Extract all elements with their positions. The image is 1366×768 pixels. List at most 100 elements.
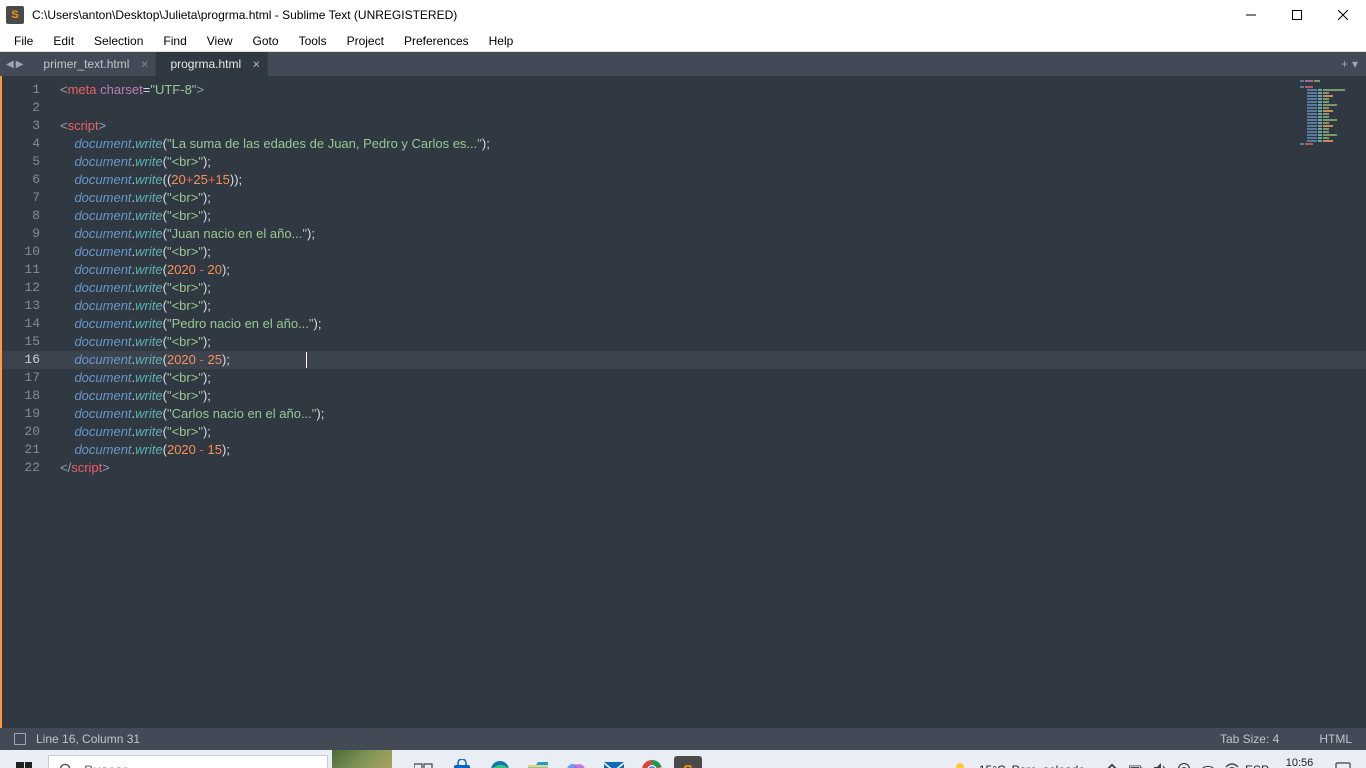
code-line[interactable]: document.write(2020 - 20);: [50, 261, 1366, 279]
sublime-text-icon[interactable]: S: [674, 756, 702, 768]
cortana-widget[interactable]: [332, 750, 392, 768]
statusbar-panel-switch-icon[interactable]: [14, 733, 26, 745]
menu-edit[interactable]: Edit: [43, 32, 84, 50]
line-number[interactable]: 1: [2, 81, 50, 99]
line-number[interactable]: 5: [2, 153, 50, 171]
tab-nav-next[interactable]: ▶: [16, 59, 24, 70]
menu-project[interactable]: Project: [337, 32, 394, 50]
notifications-button[interactable]: [1330, 762, 1356, 768]
code-line[interactable]: [50, 99, 1366, 117]
minimize-button[interactable]: [1228, 0, 1274, 30]
line-number[interactable]: 8: [2, 207, 50, 225]
clock-time: 10:56: [1275, 756, 1324, 768]
maximize-button[interactable]: [1274, 0, 1320, 30]
minimap[interactable]: [1300, 80, 1360, 146]
onedrive-icon[interactable]: [1201, 762, 1215, 768]
line-number[interactable]: 15: [2, 333, 50, 351]
tab-size-indicator[interactable]: Tab Size: 4: [1220, 732, 1279, 746]
line-number[interactable]: 22: [2, 459, 50, 477]
taskbar-clock[interactable]: 10:56 18/4/2023: [1275, 756, 1324, 768]
code-line[interactable]: <script>: [50, 117, 1366, 135]
microsoft-store-icon[interactable]: [446, 754, 478, 768]
line-number[interactable]: 21: [2, 441, 50, 459]
new-tab-button[interactable]: +: [1341, 57, 1348, 71]
code-line[interactable]: <meta charset="UTF-8">: [50, 81, 1366, 99]
code-line[interactable]: document.write("<br>");: [50, 279, 1366, 297]
menu-help[interactable]: Help: [479, 32, 524, 50]
code-line[interactable]: document.write(2020 - 15);: [50, 441, 1366, 459]
line-number[interactable]: 7: [2, 189, 50, 207]
line-number[interactable]: 2: [2, 99, 50, 117]
mail-icon[interactable]: 1: [598, 754, 630, 768]
code-line[interactable]: document.write("La suma de las edades de…: [50, 135, 1366, 153]
code-line[interactable]: document.write("<br>");: [50, 189, 1366, 207]
window-title: C:\Users\anton\Desktop\Julieta\progrma.h…: [32, 8, 1228, 22]
line-number[interactable]: 9: [2, 225, 50, 243]
status-bar: Line 16, Column 31 Tab Size: 4 HTML: [0, 728, 1366, 750]
code-line[interactable]: document.write("<br>");: [50, 153, 1366, 171]
line-number[interactable]: 13: [2, 297, 50, 315]
line-number[interactable]: 10: [2, 243, 50, 261]
code-line[interactable]: document.write(2020 - 25);: [50, 351, 1366, 369]
menu-file[interactable]: File: [4, 32, 43, 50]
line-number[interactable]: 11: [2, 261, 50, 279]
line-number[interactable]: 16: [2, 351, 50, 369]
code-view[interactable]: <meta charset="UTF-8"> <script> document.…: [50, 76, 1366, 728]
line-number[interactable]: 3: [2, 117, 50, 135]
tab-overflow-button[interactable]: ▾: [1352, 57, 1358, 71]
location-icon[interactable]: [1177, 762, 1191, 768]
menubar: FileEditSelectionFindViewGotoToolsProjec…: [0, 30, 1366, 52]
chrome-browser-icon[interactable]: [636, 754, 668, 768]
menu-selection[interactable]: Selection: [84, 32, 153, 50]
menu-tools[interactable]: Tools: [289, 32, 337, 50]
line-number[interactable]: 19: [2, 405, 50, 423]
menu-view[interactable]: View: [197, 32, 243, 50]
battery-icon[interactable]: [1129, 762, 1143, 768]
file-tab[interactable]: progrma.html×: [156, 52, 268, 76]
code-line[interactable]: document.write("Pedro nacio en el año...…: [50, 315, 1366, 333]
volume-icon[interactable]: [1153, 762, 1167, 768]
file-explorer-icon[interactable]: [522, 754, 554, 768]
close-button[interactable]: [1320, 0, 1366, 30]
code-line[interactable]: document.write("<br>");: [50, 369, 1366, 387]
code-line[interactable]: document.write("<br>");: [50, 387, 1366, 405]
code-line[interactable]: document.write("<br>");: [50, 333, 1366, 351]
line-number[interactable]: 12: [2, 279, 50, 297]
code-line[interactable]: document.write((20+25+15));: [50, 171, 1366, 189]
weather-widget[interactable]: 15°C Parc. soleado: [953, 760, 1085, 768]
language-indicator[interactable]: ESP: [1245, 763, 1269, 768]
menu-find[interactable]: Find: [153, 32, 196, 50]
code-line[interactable]: document.write("<br>");: [50, 423, 1366, 441]
line-number[interactable]: 17: [2, 369, 50, 387]
line-number[interactable]: 18: [2, 387, 50, 405]
taskbar-search[interactable]: Buscar: [48, 755, 328, 768]
file-tab[interactable]: primer_text.html×: [29, 52, 156, 76]
line-number[interactable]: 6: [2, 171, 50, 189]
window-controls: [1228, 0, 1366, 30]
task-view-icon[interactable]: [408, 754, 440, 768]
line-number[interactable]: 14: [2, 315, 50, 333]
copilot-icon[interactable]: [560, 754, 592, 768]
code-line[interactable]: document.write("<br>");: [50, 207, 1366, 225]
code-line[interactable]: document.write("<br>");: [50, 243, 1366, 261]
syntax-indicator[interactable]: HTML: [1319, 732, 1352, 746]
code-line[interactable]: document.write("Juan nacio en el año..."…: [50, 225, 1366, 243]
start-button[interactable]: [0, 750, 48, 768]
line-number[interactable]: 4: [2, 135, 50, 153]
tab-nav-prev[interactable]: ◀: [6, 59, 14, 70]
edge-browser-icon[interactable]: [484, 754, 516, 768]
code-line[interactable]: document.write("<br>");: [50, 297, 1366, 315]
menu-preferences[interactable]: Preferences: [394, 32, 479, 50]
search-placeholder: Buscar: [84, 762, 128, 768]
tab-close-icon[interactable]: ×: [253, 57, 261, 72]
line-number[interactable]: 20: [2, 423, 50, 441]
tab-close-icon[interactable]: ×: [141, 57, 149, 72]
system-tray: [1105, 762, 1239, 768]
tray-overflow-icon[interactable]: [1105, 762, 1119, 768]
menu-goto[interactable]: Goto: [243, 32, 289, 50]
app-icon-letter: S: [11, 9, 18, 21]
text-cursor: [306, 352, 307, 368]
wifi-icon[interactable]: [1225, 762, 1239, 768]
code-line[interactable]: document.write("Carlos nacio en el año..…: [50, 405, 1366, 423]
code-line[interactable]: </script>: [50, 459, 1366, 477]
